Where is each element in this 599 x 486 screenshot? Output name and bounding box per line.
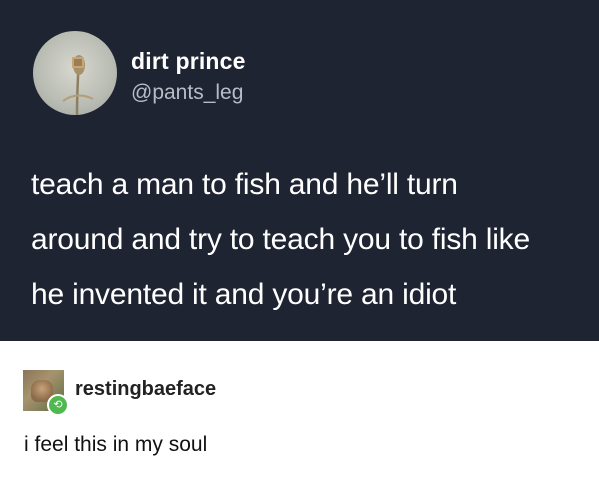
avatar[interactable] xyxy=(33,31,117,115)
wheat-stalk-icon xyxy=(62,55,94,115)
reblog-username[interactable]: restingbaeface xyxy=(75,378,216,401)
tweet-text-line: he invented it and you’re an idiot xyxy=(31,278,457,311)
reblog-icon: ⟲ xyxy=(47,394,69,416)
reblog-comment: i feel this in my soul xyxy=(24,433,208,456)
tweet-card: dirt prince @pants_leg teach a man to fi… xyxy=(0,0,599,341)
user-handle[interactable]: @pants_leg xyxy=(131,81,243,105)
tweet-text: teach a man to fish and he’ll turn aroun… xyxy=(31,157,581,322)
display-name[interactable]: dirt prince xyxy=(131,48,246,75)
tweet-text-line: teach a man to fish and he’ll turn xyxy=(31,168,458,201)
tweet-text-line: around and try to teach you to fish like xyxy=(31,223,530,256)
reblog-post: ⟲ restingbaeface i feel this in my soul xyxy=(0,341,599,486)
